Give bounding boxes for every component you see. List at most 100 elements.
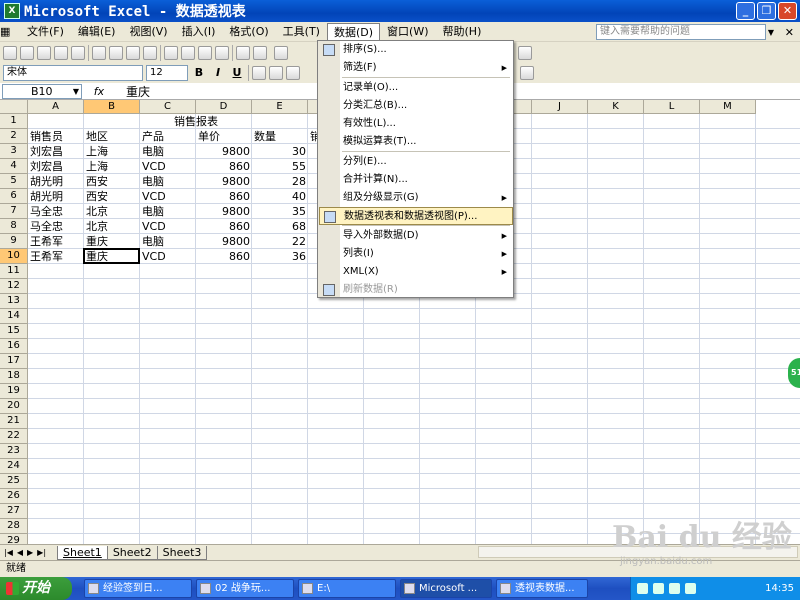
align-left-icon[interactable]: [252, 65, 266, 80]
row-header-6[interactable]: 6: [0, 189, 28, 204]
taskbar-item-browser[interactable]: 经验签到日...: [84, 579, 192, 598]
email-icon[interactable]: [71, 45, 85, 60]
excel-app-icon[interactable]: X: [4, 3, 20, 19]
data-menu-item[interactable]: 导入外部数据(D) ▶: [319, 227, 513, 245]
align-right-icon[interactable]: [286, 65, 300, 80]
data-cell[interactable]: 北京: [84, 204, 140, 219]
row-header-14[interactable]: 14: [0, 309, 28, 324]
menu-file[interactable]: 文件(F): [20, 23, 71, 41]
data-cell[interactable]: 西安: [84, 189, 140, 204]
column-header-d[interactable]: D: [196, 100, 252, 114]
menu-data[interactable]: 数据(D): [326, 22, 381, 41]
row-header-18[interactable]: 18: [0, 369, 28, 384]
cut-icon[interactable]: [164, 45, 178, 60]
italic-button[interactable]: I: [210, 65, 226, 81]
row-header-1[interactable]: 1: [0, 114, 28, 129]
first-sheet-icon[interactable]: |◀: [4, 548, 13, 557]
sheet-tab-2[interactable]: Sheet2: [106, 545, 158, 560]
data-cell[interactable]: 胡光明: [28, 189, 84, 204]
menu-window[interactable]: 窗口(W): [380, 23, 435, 41]
row-header-17[interactable]: 17: [0, 354, 28, 369]
row-header-5[interactable]: 5: [0, 174, 28, 189]
menu-tools[interactable]: 工具(T): [276, 23, 327, 41]
taskbar-item-game[interactable]: 02 战争玩...: [196, 579, 294, 598]
data-cell[interactable]: VCD: [140, 249, 196, 264]
data-menu-item[interactable]: 筛选(F) ▶: [319, 59, 513, 77]
data-menu-item[interactable]: 合并计算(N)...: [319, 171, 513, 189]
research-icon[interactable]: [143, 45, 157, 60]
data-cell[interactable]: VCD: [140, 219, 196, 234]
volume-icon[interactable]: [669, 583, 680, 594]
column-header-c[interactable]: C: [140, 100, 196, 114]
header-cell[interactable]: 数量: [252, 129, 308, 144]
data-cell[interactable]: 30: [252, 144, 308, 159]
column-header-l[interactable]: L: [644, 100, 700, 114]
data-cell[interactable]: 王希军: [28, 249, 84, 264]
data-cell[interactable]: 重庆: [84, 234, 140, 249]
insert-function-icon[interactable]: fx: [88, 85, 110, 98]
underline-button[interactable]: U: [229, 65, 245, 81]
data-cell[interactable]: 55: [252, 159, 308, 174]
row-header-28[interactable]: 28: [0, 519, 28, 534]
data-cell[interactable]: 刘宏昌: [28, 159, 84, 174]
menu-help[interactable]: 帮助(H): [436, 23, 489, 41]
row-header-3[interactable]: 3: [0, 144, 28, 159]
data-cell[interactable]: 9800: [196, 174, 252, 189]
header-cell[interactable]: 产品: [140, 129, 196, 144]
row-header-24[interactable]: 24: [0, 459, 28, 474]
copy-icon[interactable]: [181, 45, 195, 60]
redo-icon[interactable]: [253, 45, 267, 60]
header-cell[interactable]: 单价: [196, 129, 252, 144]
data-cell[interactable]: 上海: [84, 159, 140, 174]
data-cell[interactable]: 9800: [196, 204, 252, 219]
column-header-k[interactable]: K: [588, 100, 644, 114]
name-box-dropdown-icon[interactable]: ▼: [73, 85, 79, 98]
help-icon[interactable]: [518, 46, 532, 60]
data-cell[interactable]: 860: [196, 159, 252, 174]
bold-button[interactable]: B: [191, 65, 207, 81]
data-menu-item[interactable]: 模拟运算表(T)...: [319, 133, 513, 151]
data-cell[interactable]: 860: [196, 189, 252, 204]
data-cell[interactable]: 860: [196, 249, 252, 264]
ime-icon[interactable]: [637, 583, 648, 594]
font-size-select[interactable]: 12: [146, 64, 188, 81]
menu-insert[interactable]: 插入(I): [175, 23, 223, 41]
row-header-13[interactable]: 13: [0, 294, 28, 309]
paste-icon[interactable]: [198, 45, 212, 60]
help-dropdown-icon[interactable]: ▼: [768, 28, 774, 37]
menu-format[interactable]: 格式(O): [222, 23, 275, 41]
data-cell[interactable]: 刘宏昌: [28, 144, 84, 159]
row-header-25[interactable]: 25: [0, 474, 28, 489]
formula-input[interactable]: 重庆: [126, 83, 150, 100]
data-menu-item[interactable]: XML(X) ▶: [319, 263, 513, 281]
menu-edit[interactable]: 编辑(E): [71, 23, 123, 41]
data-cell[interactable]: VCD: [140, 159, 196, 174]
column-header-e[interactable]: E: [252, 100, 308, 114]
data-cell[interactable]: 9800: [196, 144, 252, 159]
report-title-cell[interactable]: 销售报表: [28, 114, 364, 129]
security-icon[interactable]: [685, 583, 696, 594]
row-header-8[interactable]: 8: [0, 219, 28, 234]
taskbar-item-document[interactable]: 透视表数据...: [496, 579, 588, 598]
column-header-j[interactable]: J: [532, 100, 588, 114]
data-cell[interactable]: 860: [196, 219, 252, 234]
data-cell[interactable]: 电脑: [140, 234, 196, 249]
data-menu-item[interactable]: 有效性(L)...: [319, 115, 513, 133]
save-icon[interactable]: [37, 45, 51, 60]
column-header-m[interactable]: M: [700, 100, 756, 114]
taskbar-item-excel[interactable]: Microsoft ...: [400, 579, 492, 598]
header-cell[interactable]: 地区: [84, 129, 140, 144]
prev-sheet-icon[interactable]: ◀: [17, 548, 23, 557]
data-cell[interactable]: 28: [252, 174, 308, 189]
row-header-7[interactable]: 7: [0, 204, 28, 219]
row-header-27[interactable]: 27: [0, 504, 28, 519]
row-header-2[interactable]: 2: [0, 129, 28, 144]
minimize-button[interactable]: _: [736, 2, 755, 20]
data-cell[interactable]: 西安: [84, 174, 140, 189]
row-header-16[interactable]: 16: [0, 339, 28, 354]
spelling-icon[interactable]: [126, 45, 140, 60]
row-header-23[interactable]: 23: [0, 444, 28, 459]
data-menu-item[interactable]: 分列(E)...: [319, 153, 513, 171]
data-menu-item[interactable]: 排序(S)...: [319, 41, 513, 59]
row-header-11[interactable]: 11: [0, 264, 28, 279]
